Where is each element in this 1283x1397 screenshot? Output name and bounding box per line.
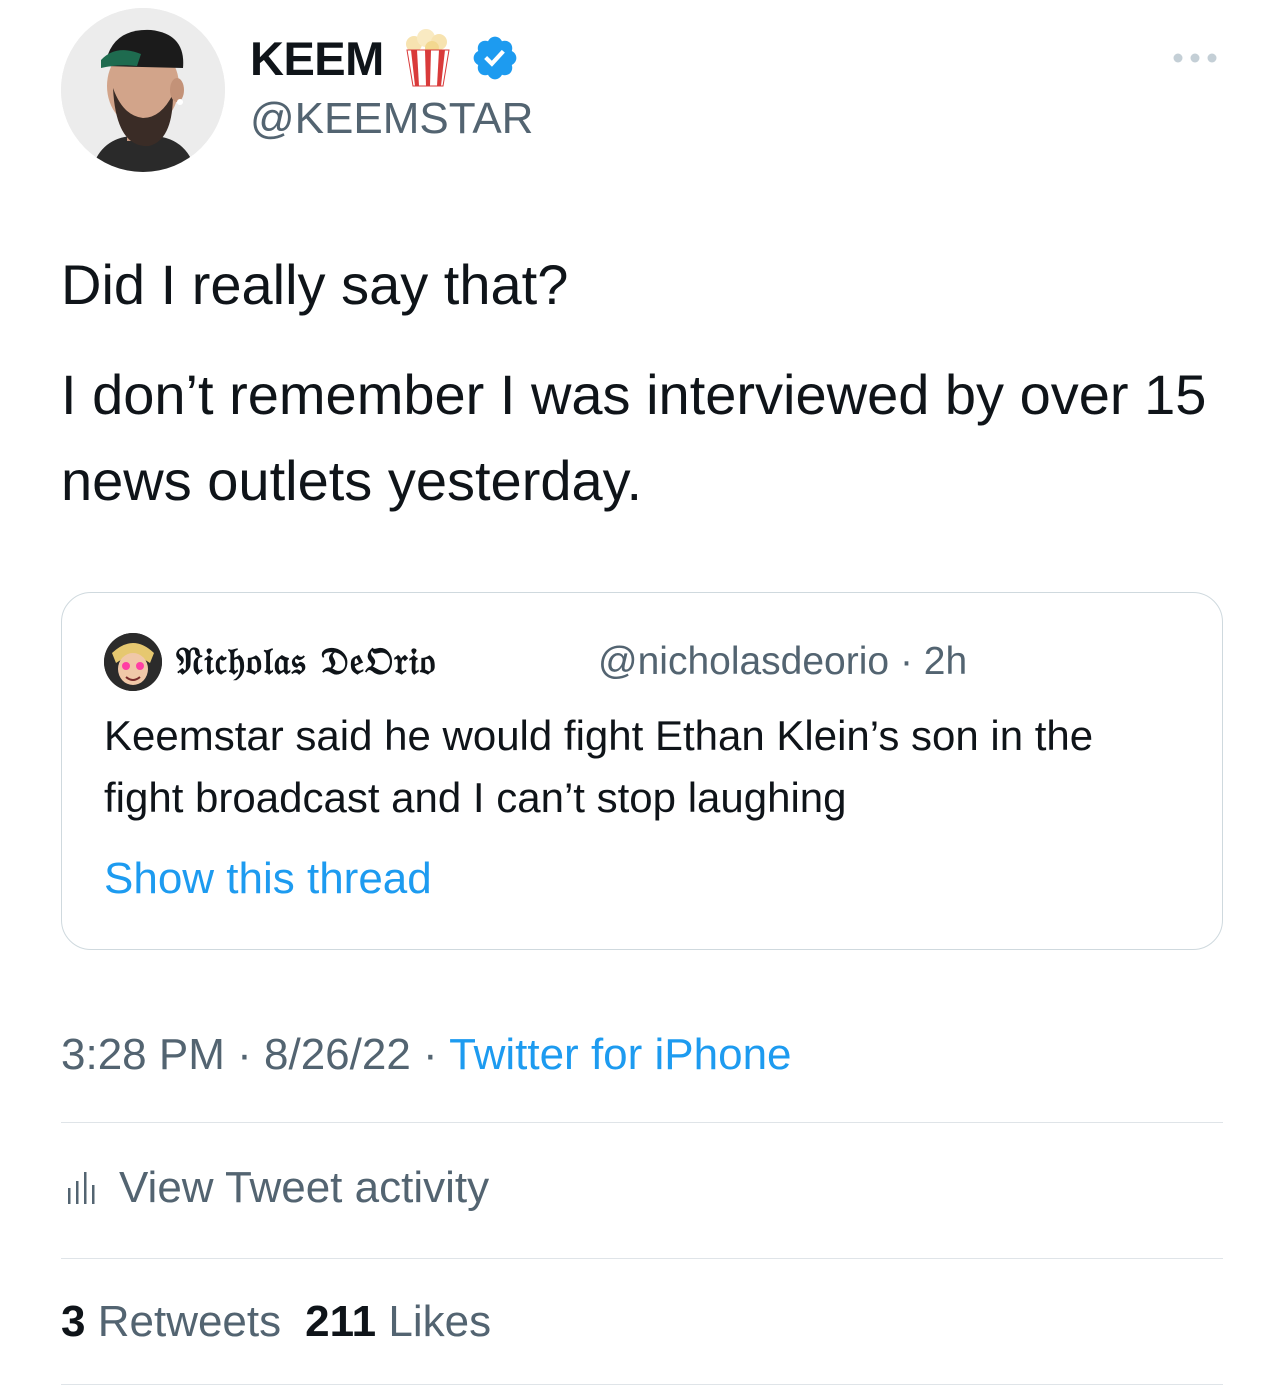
view-tweet-activity-button[interactable]: View Tweet activity bbox=[61, 1158, 489, 1218]
likes-count: 211 bbox=[305, 1297, 377, 1346]
likes-stat[interactable]: 211 Likes bbox=[305, 1297, 491, 1346]
tweet-stats: 3 Retweets 211 Likes bbox=[61, 1294, 491, 1350]
analytics-icon bbox=[68, 1172, 95, 1204]
author-avatar[interactable] bbox=[61, 8, 225, 172]
divider bbox=[61, 1122, 1223, 1123]
likes-label: Likes bbox=[388, 1297, 492, 1346]
tweet-date: 8/26/22 bbox=[264, 1030, 411, 1079]
verified-badge-icon bbox=[470, 33, 520, 83]
divider bbox=[61, 1384, 1223, 1385]
retweets-label: Retweets bbox=[97, 1297, 282, 1346]
quoted-tweet-card[interactable]: 𝔑𝔦𝔠𝔥𝔬𝔩𝔞𝔰 𝔇𝔢𝔒𝔯𝔦𝔬 @nicholasdeorio · 2h Kee… bbox=[61, 592, 1223, 950]
author-display-name[interactable]: KEEM bbox=[250, 30, 384, 88]
quoted-author-display-name[interactable]: 𝔑𝔦𝔠𝔥𝔬𝔩𝔞𝔰 𝔇𝔢𝔒𝔯𝔦𝔬 bbox=[176, 635, 436, 687]
quoted-author-handle[interactable]: @nicholasdeorio bbox=[598, 640, 889, 683]
quoted-tweet-meta: @nicholasdeorio · 2h bbox=[598, 637, 967, 687]
show-thread-link[interactable]: Show this thread bbox=[104, 851, 432, 907]
quoted-tweet-time: 2h bbox=[923, 640, 968, 683]
quoted-author-avatar bbox=[104, 633, 162, 691]
tweet-text-line: Did I really say that? bbox=[61, 253, 569, 316]
divider bbox=[61, 1258, 1223, 1259]
separator-dot: · bbox=[899, 640, 913, 683]
separator-dot: · bbox=[237, 1030, 252, 1079]
retweets-count: 3 bbox=[61, 1297, 86, 1346]
tweet-time: 3:28 PM bbox=[61, 1030, 225, 1079]
view-tweet-activity-label: View Tweet activity bbox=[119, 1163, 490, 1212]
tweet-meta: 3:28 PM · 8/26/22 · Twitter for iPhone bbox=[61, 1027, 792, 1083]
author-handle[interactable]: @KEEMSTAR bbox=[250, 92, 533, 146]
retweets-stat[interactable]: 3 Retweets bbox=[61, 1297, 281, 1346]
popcorn-icon bbox=[402, 28, 454, 88]
quoted-tweet-text: Keemstar said he would fight Ethan Klein… bbox=[104, 712, 1094, 821]
tweet-source-link[interactable]: Twitter for iPhone bbox=[449, 1030, 791, 1079]
more-options-icon[interactable] bbox=[1170, 48, 1220, 68]
tweet-text-line: I don’t remember I was interviewed by ov… bbox=[61, 363, 1207, 512]
separator-dot: · bbox=[423, 1030, 438, 1079]
